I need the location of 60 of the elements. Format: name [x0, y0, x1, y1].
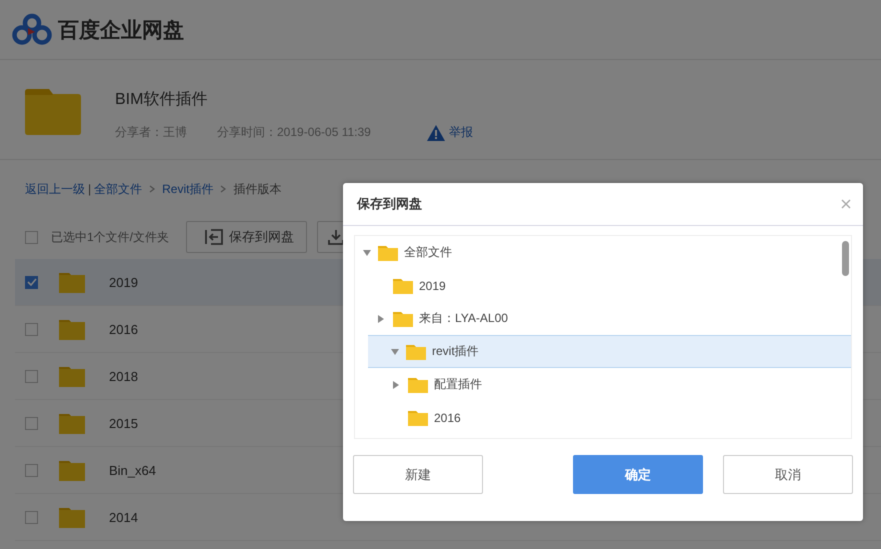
chevron-icon: [149, 185, 156, 193]
file-name[interactable]: 2018: [109, 368, 138, 384]
folder-icon: [408, 410, 428, 426]
tree-item[interactable]: 全部文件: [355, 236, 838, 269]
save-icon: [205, 229, 223, 245]
breadcrumb-link[interactable]: Revit插件: [162, 180, 214, 198]
select-all-checkbox[interactable]: [25, 230, 38, 244]
folder-icon: [59, 412, 85, 434]
folder-icon: [393, 278, 413, 294]
separator: |: [88, 182, 92, 196]
folder-icon: [59, 460, 85, 480]
row-checkbox[interactable]: [25, 370, 38, 382]
scrollbar-thumb[interactable]: [842, 241, 849, 276]
row-checkbox[interactable]: [25, 464, 38, 476]
brand-name: 百度企业网盘: [58, 18, 184, 44]
folder-icon: [25, 89, 81, 135]
selection-count: 已选中1个文件/文件夹: [51, 228, 170, 246]
folder-icon: [378, 244, 398, 260]
logo-icon: [12, 12, 52, 46]
folder-icon: [406, 344, 426, 360]
row-checkbox[interactable]: [25, 510, 38, 524]
caret-down-icon[interactable]: [391, 348, 399, 354]
chevron-icon: [220, 185, 226, 193]
share-time: 分享时间：2019-06-05 11:39: [217, 124, 371, 141]
folder-icon: [59, 506, 85, 528]
caret-right-icon[interactable]: [378, 314, 384, 322]
file-name[interactable]: 2016: [109, 322, 138, 336]
breadcrumb-link[interactable]: 全部文件: [94, 180, 142, 198]
close-icon[interactable]: [841, 199, 851, 209]
dialog-button[interactable]: 确定: [573, 455, 703, 494]
row-checkbox[interactable]: [25, 322, 38, 336]
dialog-button[interactable]: 新建: [353, 455, 483, 494]
dialog-title: 保存到网盘: [357, 195, 422, 213]
sharer-text: 分享者：王博: [115, 124, 187, 141]
back-link[interactable]: 返回上一级: [25, 180, 85, 198]
dialog-button[interactable]: 取消: [723, 455, 853, 494]
report-link[interactable]: 举报: [426, 124, 473, 141]
warning-icon: [426, 124, 445, 140]
file-name[interactable]: 2014: [109, 510, 138, 524]
tree-item[interactable]: 来自：LYA-AL00: [355, 302, 838, 335]
breadcrumb-current: 插件版本: [233, 180, 282, 198]
folder-icon: [59, 366, 85, 386]
folder-icon: [393, 310, 413, 326]
file-name[interactable]: 2015: [109, 416, 138, 430]
tree-item[interactable]: revit插件: [368, 335, 851, 368]
tree-item[interactable]: 配置插件: [355, 368, 838, 401]
row-checkbox[interactable]: [25, 276, 38, 288]
share-title: BIM软件插件: [115, 90, 208, 110]
save-to-disk-button[interactable]: 保存到网盘: [186, 221, 307, 253]
folder-icon: [408, 376, 428, 392]
tree-item[interactable]: 2019: [355, 269, 838, 302]
caret-down-icon[interactable]: [363, 250, 371, 256]
caret-right-icon[interactable]: [393, 380, 399, 388]
folder-icon: [59, 272, 85, 292]
tree-item[interactable]: 2016: [355, 401, 838, 434]
file-name[interactable]: Bin_x64: [109, 462, 156, 478]
row-checkbox[interactable]: [25, 416, 38, 430]
download-icon: [328, 229, 344, 245]
folder-icon: [59, 318, 85, 340]
file-name[interactable]: 2019: [109, 274, 138, 290]
